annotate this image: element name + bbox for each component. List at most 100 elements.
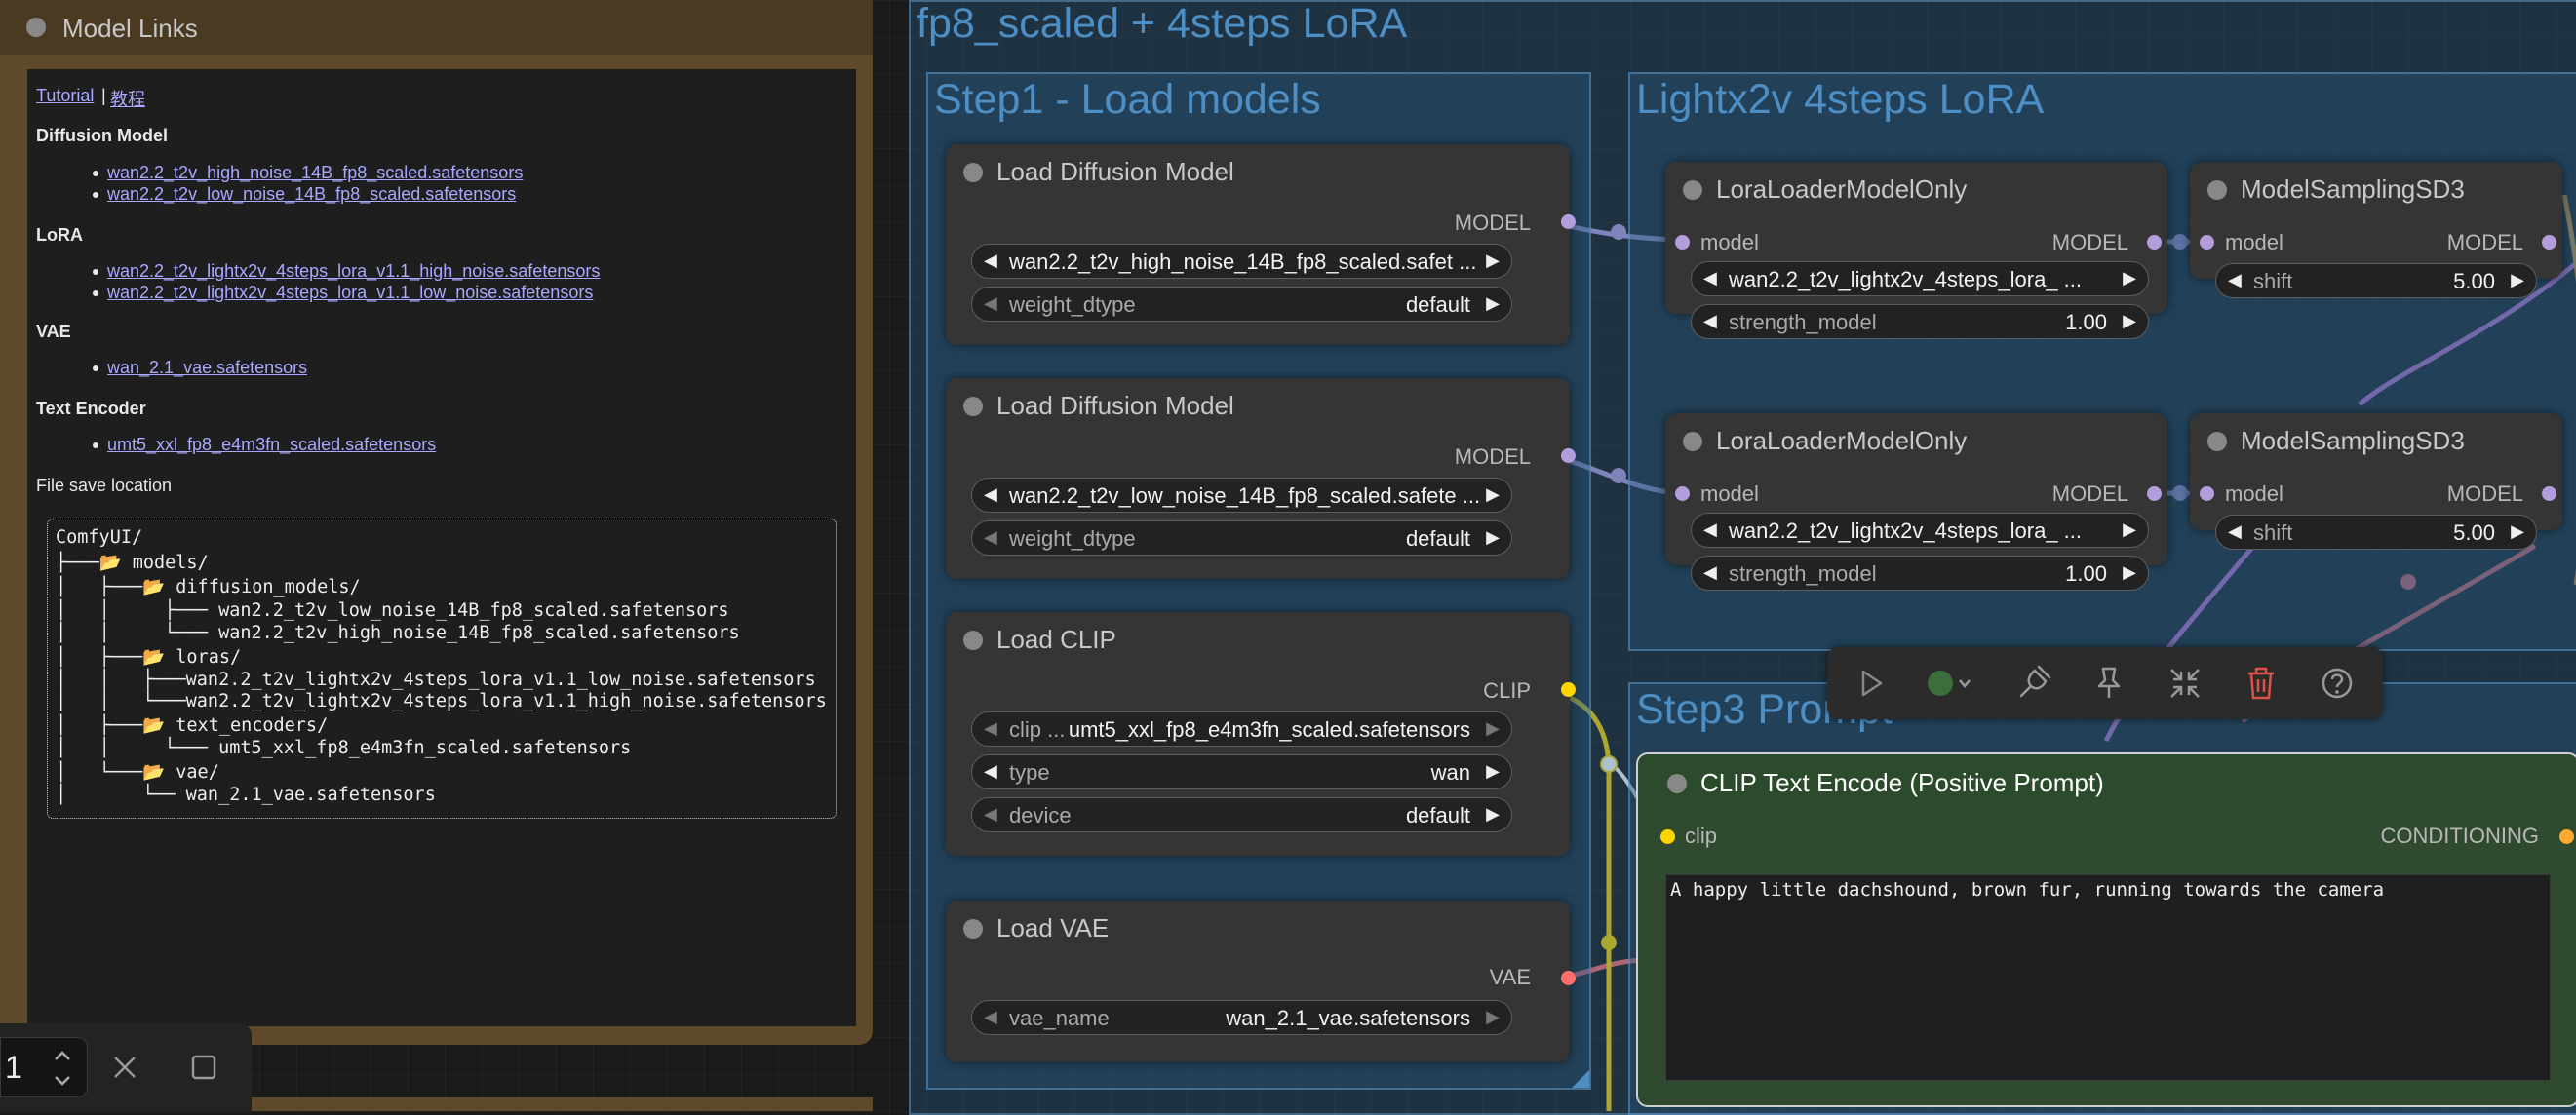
arrow-left-icon[interactable]: ◀ [984, 761, 997, 782]
lora-name-combo[interactable]: ◀ wan2.2_t2v_lightx2v_4steps_lora_ ... ▶ [1691, 261, 2149, 296]
arrow-left-icon[interactable]: ◀ [1703, 519, 1717, 540]
batch-count-stepper[interactable]: 1 [0, 1037, 88, 1097]
output-port[interactable] [2559, 829, 2574, 844]
output-port[interactable] [1561, 971, 1576, 985]
model-link[interactable]: umt5_xxl_fp8_e4m3fn_scaled.safetensors [107, 435, 436, 455]
node-model-sampling-high[interactable]: ModelSamplingSD3 model MODEL ◀ shift 5.0… [2190, 162, 2562, 298]
help-icon[interactable] [2313, 659, 2361, 708]
arrow-right-icon[interactable]: ▶ [1486, 250, 1500, 271]
device-combo[interactable]: ◀ device default ▶ [971, 797, 1512, 832]
node-load-diffusion-low[interactable]: Load Diffusion Model MODEL ◀ wan2.2_t2v_… [946, 378, 1576, 579]
arrow-left-icon[interactable]: ◀ [984, 804, 997, 825]
arrow-right-icon[interactable]: ▶ [2123, 311, 2136, 331]
arrow-right-icon[interactable]: ▶ [2123, 519, 2136, 540]
input-port[interactable] [1675, 486, 1690, 501]
input-port[interactable] [1675, 235, 1690, 250]
pin-icon[interactable] [2085, 659, 2133, 708]
node-header[interactable]: CLIP Text Encode (Positive Prompt) [1638, 754, 2576, 809]
collapse-icon[interactable] [2161, 659, 2209, 708]
node-header[interactable]: Load Diffusion Model [946, 378, 1570, 433]
collapse-dot-icon[interactable] [963, 919, 983, 939]
node-load-vae[interactable]: Load VAE VAE ◀ vae_name wan_2.1_vae.safe… [946, 901, 1576, 1062]
stepper-arrows-icon[interactable] [52, 1044, 73, 1091]
collapse-dot-icon[interactable] [1667, 774, 1687, 793]
resize-handle-icon[interactable] [1572, 1070, 1589, 1088]
arrow-right-icon[interactable]: ▶ [1486, 293, 1500, 314]
model-link[interactable]: wan2.2_t2v_low_noise_14B_fp8_scaled.safe… [107, 184, 516, 205]
arrow-right-icon[interactable]: ▶ [2123, 562, 2136, 583]
node-header[interactable]: ModelSamplingSD3 [2190, 162, 2562, 216]
input-port[interactable] [2200, 486, 2214, 501]
arrow-right-icon[interactable]: ▶ [2123, 268, 2136, 288]
weight-dtype-combo[interactable]: ◀ weight_dtype default ▶ [971, 287, 1512, 322]
arrow-right-icon[interactable]: ▶ [2511, 270, 2524, 290]
close-icon[interactable] [111, 1054, 138, 1081]
arrow-left-icon[interactable]: ◀ [984, 1007, 997, 1027]
arrow-right-icon[interactable]: ▶ [1486, 1007, 1500, 1027]
arrow-left-icon[interactable]: ◀ [984, 484, 997, 505]
arrow-left-icon[interactable]: ◀ [1703, 268, 1717, 288]
collapse-dot-icon[interactable] [963, 631, 983, 650]
shift-number-widget[interactable]: ◀ shift 5.00 ▶ [2215, 515, 2537, 550]
arrow-right-icon[interactable]: ▶ [1486, 761, 1500, 782]
collapse-dot-icon[interactable] [26, 18, 46, 37]
model-link[interactable]: wan2.2_t2v_lightx2v_4steps_lora_v1.1_hig… [107, 261, 600, 282]
square-stop-icon[interactable] [190, 1054, 217, 1081]
lora-name-combo[interactable]: ◀ wan2.2_t2v_lightx2v_4steps_lora_ ... ▶ [1691, 513, 2149, 548]
type-combo[interactable]: ◀ type wan ▶ [971, 754, 1512, 789]
node-lora-loader-low[interactable]: LoraLoaderModelOnly model MODEL ◀ wan2.2… [1665, 413, 2167, 591]
collapse-dot-icon[interactable] [963, 163, 983, 182]
unet-name-combo[interactable]: ◀ wan2.2_t2v_low_noise_14B_fp8_scaled.sa… [971, 478, 1512, 513]
trash-icon[interactable] [2237, 659, 2285, 708]
arrow-left-icon[interactable]: ◀ [2228, 270, 2242, 290]
node-header[interactable]: ModelSamplingSD3 [2190, 413, 2562, 468]
arrow-left-icon[interactable]: ◀ [1703, 311, 1717, 331]
node-lora-loader-high[interactable]: LoraLoaderModelOnly model MODEL ◀ wan2.2… [1665, 162, 2167, 339]
collapse-dot-icon[interactable] [2207, 180, 2227, 200]
collapse-dot-icon[interactable] [1683, 432, 1702, 451]
output-port[interactable] [2542, 486, 2556, 501]
input-port[interactable] [1660, 829, 1675, 844]
node-load-diffusion-high[interactable]: Load Diffusion Model MODEL ◀ wan2.2_t2v_… [946, 144, 1576, 345]
arrow-right-icon[interactable]: ▶ [2511, 521, 2524, 542]
arrow-left-icon[interactable]: ◀ [984, 250, 997, 271]
model-links-note[interactable]: Model Links Tutorial | 教程 Diffusion Mode… [0, 0, 873, 1045]
node-header[interactable]: LoraLoaderModelOnly [1665, 413, 2167, 468]
strength-model-slider[interactable]: ◀ strength_model 1.00 ▶ [1691, 556, 2149, 591]
arrow-right-icon[interactable]: ▶ [1486, 527, 1500, 548]
strength-model-slider[interactable]: ◀ strength_model 1.00 ▶ [1691, 304, 2149, 339]
output-port[interactable] [2147, 486, 2162, 501]
collapse-dot-icon[interactable] [963, 397, 983, 416]
arrow-left-icon[interactable]: ◀ [984, 293, 997, 314]
arrow-left-icon[interactable]: ◀ [2228, 521, 2242, 542]
output-port[interactable] [2147, 235, 2162, 250]
node-header[interactable]: Load CLIP [946, 612, 1570, 667]
input-port[interactable] [2200, 235, 2214, 250]
collapse-dot-icon[interactable] [1683, 180, 1702, 200]
clip-name-combo[interactable]: ◀ clip ... umt5_xxl_fp8_e4m3fn_scaled.sa… [971, 711, 1512, 747]
model-link[interactable]: wan_2.1_vae.safetensors [107, 358, 307, 378]
tutorial-link[interactable]: Tutorial [36, 86, 94, 106]
collapse-dot-icon[interactable] [2207, 432, 2227, 451]
note-title-bar[interactable]: Model Links [0, 0, 873, 55]
arrow-right-icon[interactable]: ▶ [1486, 804, 1500, 825]
arrow-left-icon[interactable]: ◀ [984, 527, 997, 548]
arrow-right-icon[interactable]: ▶ [1486, 484, 1500, 505]
arrow-left-icon[interactable]: ◀ [1703, 562, 1717, 583]
vae-name-combo[interactable]: ◀ vae_name wan_2.1_vae.safetensors ▶ [971, 1000, 1512, 1035]
output-port[interactable] [2542, 235, 2556, 250]
model-link[interactable]: wan2.2_t2v_lightx2v_4steps_lora_v1.1_low… [107, 283, 593, 303]
node-header[interactable]: LoraLoaderModelOnly [1665, 162, 2167, 216]
tutorial-cn-link[interactable]: 教程 [110, 86, 145, 111]
weight-dtype-combo[interactable]: ◀ weight_dtype default ▶ [971, 520, 1512, 556]
node-load-clip[interactable]: Load CLIP CLIP ◀ clip ... umt5_xxl_fp8_e… [946, 612, 1576, 856]
bypass-icon[interactable] [2009, 659, 2057, 708]
arrow-right-icon[interactable]: ▶ [1486, 718, 1500, 739]
model-link[interactable]: wan2.2_t2v_high_noise_14B_fp8_scaled.saf… [107, 163, 523, 183]
prompt-textarea[interactable]: A happy little dachshound, brown fur, ru… [1665, 874, 2551, 1081]
node-header[interactable]: Load VAE [946, 901, 1570, 955]
output-port[interactable] [1561, 682, 1576, 697]
arrow-left-icon[interactable]: ◀ [984, 718, 997, 739]
output-port[interactable] [1561, 448, 1576, 463]
output-port[interactable] [1561, 214, 1576, 229]
